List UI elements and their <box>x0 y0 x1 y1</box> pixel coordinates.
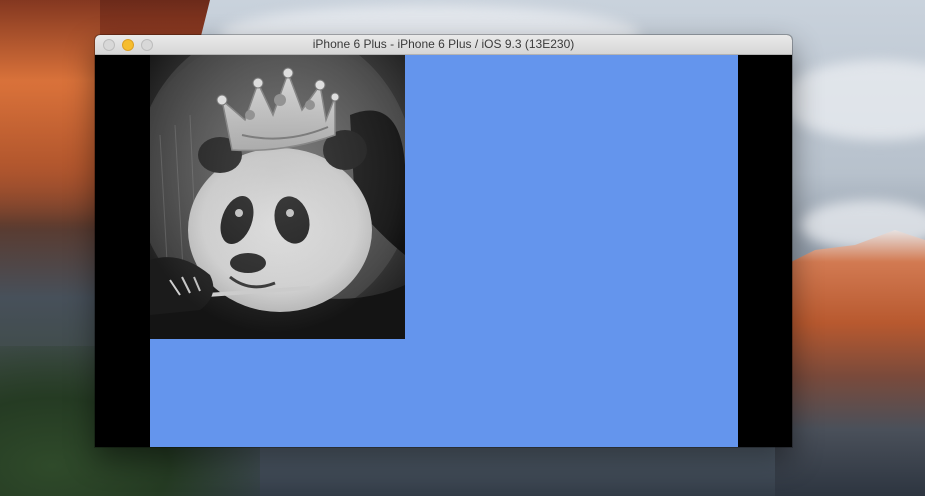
image-vignette <box>150 55 405 335</box>
cloud <box>780 60 925 140</box>
rock-cliff-highlight <box>0 0 100 230</box>
window-titlebar[interactable]: iPhone 6 Plus - iPhone 6 Plus / iOS 9.3 … <box>95 35 792 55</box>
crowned-panda-image <box>150 55 405 339</box>
simulator-window[interactable]: iPhone 6 Plus - iPhone 6 Plus / iOS 9.3 … <box>95 35 792 447</box>
window-title: iPhone 6 Plus - iPhone 6 Plus / iOS 9.3 … <box>312 37 575 51</box>
simulator-screen[interactable] <box>150 55 738 447</box>
rock-cliff-right <box>775 230 925 496</box>
